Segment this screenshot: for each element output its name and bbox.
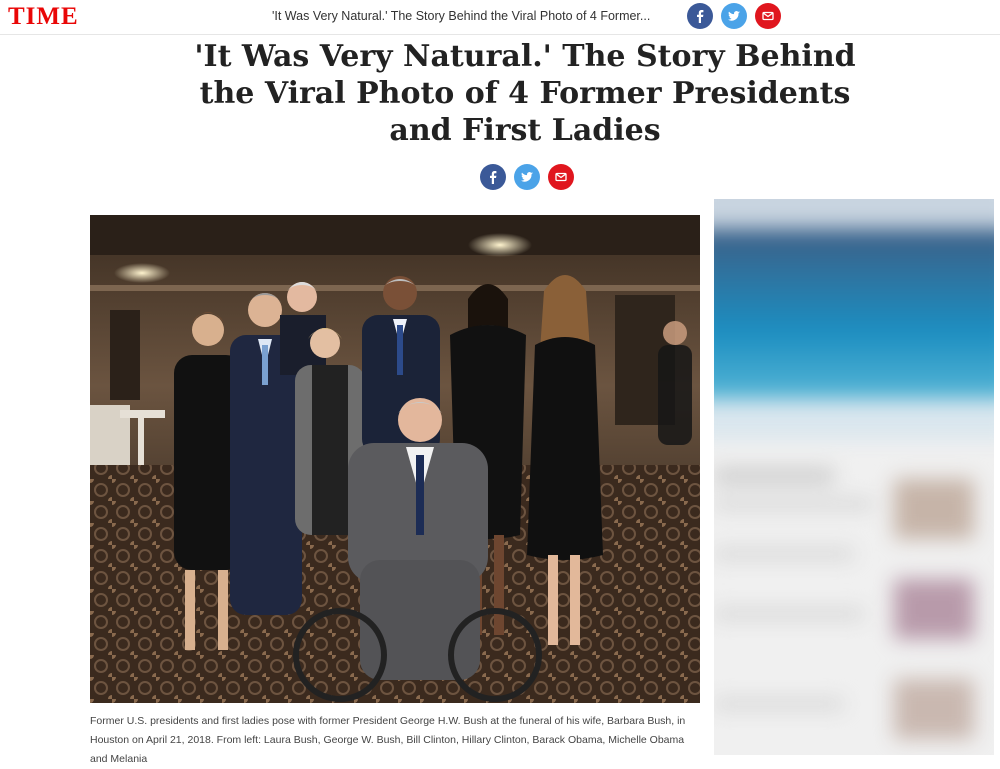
share-bar-article (480, 164, 574, 190)
twitter-share-button[interactable] (721, 3, 747, 29)
facebook-icon (490, 171, 497, 184)
facebook-share-button[interactable] (480, 164, 506, 190)
article-title: 'It Was Very Natural.' The Story Behind … (194, 39, 856, 148)
sticky-headline: 'It Was Very Natural.' The Story Behind … (272, 9, 651, 23)
facebook-share-button[interactable] (687, 3, 713, 29)
share-bar-top (687, 3, 781, 29)
facebook-icon (697, 10, 704, 23)
email-icon (555, 172, 567, 182)
email-icon (762, 11, 774, 21)
time-logo[interactable]: TIME (8, 2, 79, 32)
twitter-icon (521, 172, 533, 182)
email-share-button[interactable] (755, 3, 781, 29)
photo-caption: Former U.S. presidents and first ladies … (90, 715, 686, 765)
email-share-button[interactable] (548, 164, 574, 190)
twitter-icon (728, 11, 740, 21)
ad-content (714, 199, 994, 755)
article-photo (90, 215, 700, 703)
twitter-share-button[interactable] (514, 164, 540, 190)
top-bar: TIME 'It Was Very Natural.' The Story Be… (0, 0, 1000, 35)
advertisement-blurred[interactable] (714, 199, 994, 755)
